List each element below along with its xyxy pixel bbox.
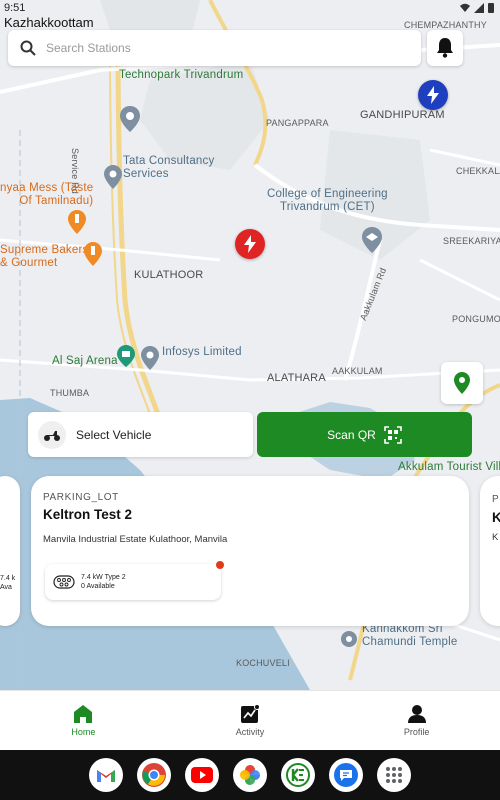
- search-input[interactable]: [46, 41, 386, 55]
- station-name: Keltron Test 2: [43, 507, 133, 522]
- station-card[interactable]: PARKING_LOT Keltron Test 2 Manvila Indus…: [31, 476, 469, 626]
- connector-spec: 7.4 kW Type 2: [81, 574, 126, 581]
- profile-icon: [407, 705, 426, 723]
- partial-right-name: K: [492, 510, 500, 525]
- map-label-mess: nyaa Mess (Taste Of Tamilnadu): [0, 182, 94, 207]
- search-bar[interactable]: [8, 30, 421, 66]
- location-pin-icon: [454, 372, 470, 394]
- home-icon: [74, 705, 93, 723]
- map-label-al-saj: Al Saj Arena: [52, 355, 118, 367]
- scooter-icon: [38, 420, 66, 449]
- youtube-icon[interactable]: [185, 758, 219, 792]
- partial-left-spec: 7.4 k: [0, 575, 16, 582]
- map-label-kulathoor: KULATHOOR: [134, 269, 204, 281]
- stadium-pin-icon[interactable]: [117, 345, 135, 367]
- restaurant-pin-icon[interactable]: [68, 210, 86, 234]
- photos-icon[interactable]: [233, 758, 267, 792]
- map-label-tourist-village: Akkulam Tourist Village: [398, 461, 500, 473]
- map-label-alathara: ALATHARA: [267, 372, 326, 384]
- charging-station-marker-icon[interactable]: [418, 80, 448, 110]
- status-icons: [460, 2, 494, 13]
- nav-profile[interactable]: Profile: [333, 691, 500, 750]
- activity-icon: [241, 704, 260, 723]
- nav-home-label: Home: [71, 727, 96, 737]
- qr-code-icon: [384, 425, 402, 444]
- status-location: Kazhakkoottam: [4, 15, 94, 30]
- poi-pin-icon[interactable]: [120, 106, 140, 132]
- bottom-navigation: Home Activity Profile: [0, 690, 500, 750]
- locate-button[interactable]: [441, 362, 483, 404]
- map-label-tcs: Tata Consultancy Services: [123, 155, 215, 180]
- gmail-icon[interactable]: [89, 758, 123, 792]
- school-pin-icon[interactable]: [362, 227, 382, 253]
- map-label-temple: Kannakkom Sri Chamundi Temple: [362, 623, 458, 648]
- map-label-infosys: Infosys Limited: [162, 346, 242, 358]
- station-card-partial-left[interactable]: 7.4 k Ava: [0, 476, 20, 626]
- wifi-icon: [460, 3, 470, 12]
- select-vehicle-label: Select Vehicle: [76, 427, 152, 442]
- nav-activity[interactable]: Activity: [167, 691, 334, 750]
- bell-icon: [437, 38, 453, 58]
- app-drawer-icon[interactable]: [377, 758, 411, 792]
- partial-left-availability: Ava: [0, 584, 12, 591]
- messages-icon[interactable]: [329, 758, 363, 792]
- restaurant-pin-icon[interactable]: [84, 242, 102, 266]
- station-address: Manvila Industrial Estate Kulathoor, Man…: [43, 534, 228, 545]
- map-label-sreekariyam: SREEKARIYAM: [443, 236, 500, 246]
- map-label-aakkulam: AAKKULAM: [332, 366, 383, 376]
- map-label-chempazhanthy: CHEMPAZHANTHY: [404, 20, 487, 30]
- map-label-bakers: Supreme Bakers & Gourmet: [0, 244, 89, 269]
- scan-qr-button[interactable]: Scan QR: [257, 412, 472, 457]
- map-label-pangappara: PANGAPPARA: [266, 118, 329, 128]
- keltron-app-icon[interactable]: [281, 758, 315, 792]
- connector-availability: 0 Available: [81, 583, 115, 590]
- poi-pin-icon[interactable]: [141, 346, 159, 370]
- nav-home[interactable]: Home: [0, 691, 167, 750]
- poi-pin-icon[interactable]: [104, 165, 122, 189]
- scan-qr-label: Scan QR: [327, 427, 376, 442]
- map-label-thumba: THUMBA: [50, 388, 90, 398]
- nav-profile-label: Profile: [403, 727, 430, 737]
- map-label-technopark: Technopark Trivandrum: [119, 69, 244, 81]
- signal-icon: [474, 2, 484, 13]
- station-type: PARKING_LOT: [43, 492, 119, 503]
- charging-station-marker-icon[interactable]: [235, 229, 265, 259]
- availability-status-dot: [216, 561, 224, 569]
- map-label-cet: College of Engineering Trivandrum (CET): [267, 188, 388, 213]
- chrome-icon[interactable]: [137, 758, 171, 792]
- map-label-kochuveli: KOCHUVELI: [236, 658, 290, 668]
- nav-activity-label: Activity: [235, 727, 265, 737]
- battery-icon: [488, 3, 494, 13]
- app-dock: [0, 750, 500, 800]
- map-label-gandhipuram: GANDHIPURAM: [360, 109, 445, 121]
- station-card-partial-right[interactable]: P K K: [480, 476, 500, 626]
- map-label-pongumood: PONGUMOOD: [452, 314, 500, 324]
- connector-chip[interactable]: 7.4 kW Type 2 0 Available: [45, 561, 224, 600]
- search-icon: [20, 40, 36, 56]
- type2-connector-icon: [53, 575, 75, 589]
- partial-right-type: P: [492, 494, 499, 505]
- temple-pin-icon[interactable]: [340, 630, 358, 652]
- select-vehicle-button[interactable]: Select Vehicle: [28, 412, 253, 457]
- status-time: 9:51: [4, 2, 26, 14]
- map-label-chekkala: CHEKKALA: [456, 166, 500, 176]
- partial-right-address: K: [492, 532, 499, 543]
- notifications-button[interactable]: [427, 30, 463, 66]
